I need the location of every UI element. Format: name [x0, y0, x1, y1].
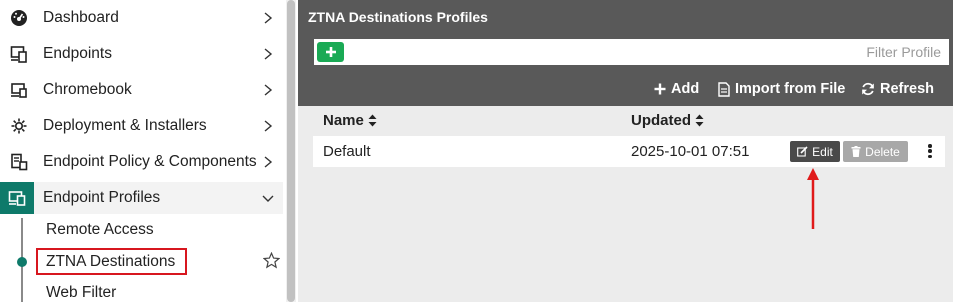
add-button[interactable]: Add: [654, 79, 699, 99]
refresh-button[interactable]: Refresh: [861, 79, 934, 99]
edit-button-label: Edit: [812, 144, 833, 159]
sidebar-item-dashboard[interactable]: Dashboard: [0, 0, 283, 36]
sidebar-item-label: Dashboard: [43, 9, 119, 26]
gear-installer-icon: [10, 117, 28, 135]
add-button-label: Add: [671, 81, 700, 97]
column-header-name[interactable]: Name: [323, 112, 377, 129]
sidebar-subitem-remote-access[interactable]: Remote Access: [46, 221, 154, 239]
chevron-right-icon: [264, 156, 273, 168]
refresh-button-label: Refresh: [880, 81, 934, 97]
delete-button[interactable]: Delete: [843, 141, 908, 162]
row-updated-cell: 2025-10-01 07:51: [631, 143, 750, 160]
add-profile-button[interactable]: [317, 42, 344, 62]
sidebar-item-label: Endpoint Policy & Components: [43, 153, 257, 170]
import-button-label: Import from File: [735, 81, 846, 97]
plus-icon: [654, 83, 666, 95]
filter-bar: [314, 39, 949, 65]
sidebar-item-endpoint-profiles[interactable]: Endpoint Profiles: [0, 182, 283, 214]
delete-button-label: Delete: [865, 144, 900, 159]
more-options-icon[interactable]: [925, 143, 935, 159]
sidebar-subitem-web-filter[interactable]: Web Filter: [46, 284, 116, 302]
plus-icon: [325, 47, 336, 57]
page-title: ZTNA Destinations Profiles: [308, 9, 488, 25]
sidebar-item-label: Endpoints: [43, 45, 112, 62]
sort-icon: [695, 114, 704, 127]
star-icon[interactable]: [263, 252, 280, 269]
laptop-icon: [10, 81, 28, 99]
file-icon: [718, 81, 730, 97]
chevron-right-icon: [264, 12, 273, 24]
sidebar-item-endpoints[interactable]: Endpoints: [0, 36, 283, 72]
red-arrow-annotation: [807, 168, 819, 229]
chevron-right-icon: [264, 48, 273, 60]
policy-document-icon: [10, 153, 28, 171]
table-row[interactable]: Default 2025-10-01 07:51 Edit Delete: [313, 136, 945, 167]
page-header: ZTNA Destinations Profiles Add Import fr…: [298, 0, 953, 106]
filter-profile-input[interactable]: [354, 39, 947, 65]
dashboard-gauge-icon: [10, 9, 28, 27]
sidebar-scrollbar-thumb[interactable]: [287, 0, 295, 302]
sidebar-item-label: Deployment & Installers: [43, 117, 207, 134]
profile-devices-icon: [0, 182, 34, 214]
sort-icon: [368, 114, 377, 127]
devices-icon: [10, 45, 28, 63]
sidebar: Dashboard Endpoints Chromebook Deploymen…: [0, 0, 283, 302]
sidebar-item-deployment-installers[interactable]: Deployment & Installers: [0, 108, 283, 144]
sidebar-item-endpoint-policy[interactable]: Endpoint Policy & Components: [0, 144, 283, 180]
chevron-right-icon: [264, 120, 273, 132]
column-header-updated[interactable]: Updated: [631, 112, 704, 129]
import-from-file-button[interactable]: Import from File: [718, 79, 845, 99]
refresh-icon: [862, 82, 874, 96]
chevron-down-icon: [262, 195, 274, 202]
main-content: ZTNA Destinations Profiles Add Import fr…: [298, 0, 953, 302]
trash-icon: [851, 146, 861, 157]
chevron-right-icon: [264, 84, 273, 96]
active-indicator-dot: [17, 257, 27, 267]
row-name-cell: Default: [323, 143, 371, 160]
edit-button[interactable]: Edit: [790, 141, 840, 162]
sidebar-subitem-ztna-destinations[interactable]: ZTNA Destinations: [46, 253, 175, 271]
sidebar-item-label: Chromebook: [43, 81, 132, 98]
sidebar-item-chromebook[interactable]: Chromebook: [0, 72, 283, 108]
sidebar-item-label: Endpoint Profiles: [43, 189, 161, 206]
edit-icon: [797, 146, 808, 157]
